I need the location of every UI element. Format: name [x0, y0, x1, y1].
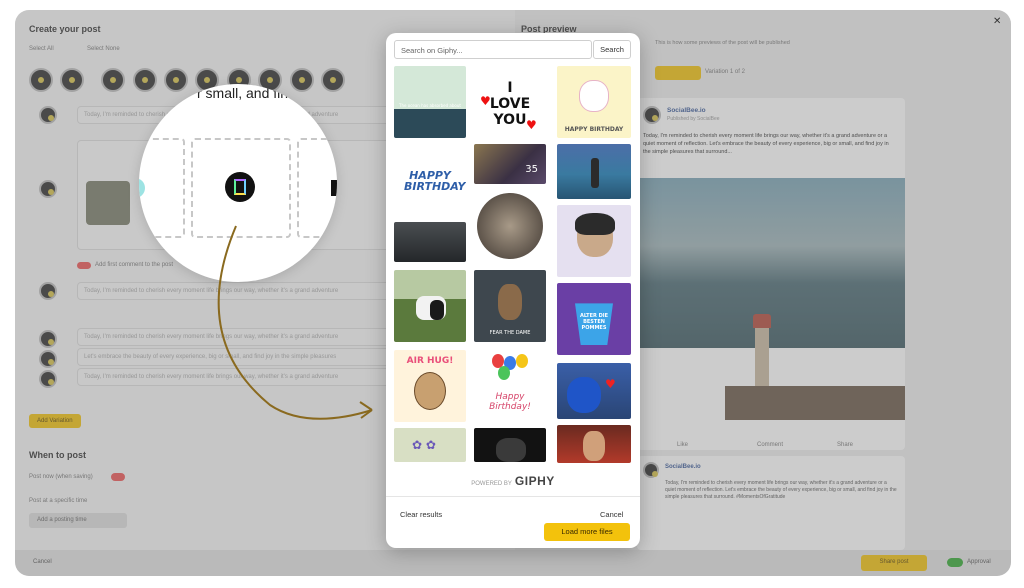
- gif-flowers[interactable]: ✿ ✿: [394, 428, 466, 462]
- cancel-button[interactable]: Cancel: [600, 510, 623, 519]
- gif-ocean-cartoon[interactable]: The ocean has absorbed about: [394, 66, 466, 138]
- clear-results-button[interactable]: Clear results: [400, 510, 442, 519]
- powered-by-giphy: POWERED BY GIPHY: [471, 474, 555, 488]
- giphy-logo: GIPHY: [514, 474, 555, 488]
- gif-beach-woman[interactable]: [557, 144, 631, 199]
- gif-dog-dark[interactable]: [474, 428, 546, 462]
- gif-cookie-monster[interactable]: ♥: [557, 363, 631, 419]
- gif-i-love-you[interactable]: I LOVE YOU ♥ ♥: [474, 66, 546, 138]
- gif-air-hug[interactable]: AIR HUG!: [394, 350, 466, 422]
- divider: [386, 496, 640, 497]
- giphy-modal: Search on Giphy... Search The ocean has …: [386, 33, 640, 548]
- gif-happy-birthday-cake[interactable]: HAPPY BIRTHDAY: [557, 66, 631, 138]
- gif-man-hat[interactable]: [557, 425, 631, 463]
- gif-cat-circle[interactable]: [474, 190, 546, 262]
- gif-happy-birthday-confetti[interactable]: HAPPY BIRTHDAY: [394, 144, 466, 216]
- gif-dogs-grass[interactable]: [394, 270, 466, 342]
- gif-head-hands[interactable]: [557, 205, 631, 277]
- gif-balloons-birthday[interactable]: Happy Birthday!: [474, 350, 546, 422]
- search-button[interactable]: Search: [593, 40, 631, 59]
- giphy-search-input[interactable]: Search on Giphy...: [394, 40, 592, 59]
- gif-deer[interactable]: FEAR THE DAME: [474, 270, 546, 342]
- gif-fries[interactable]: ALTER DIE BESTEN POMMES: [557, 283, 631, 355]
- gif-basketball[interactable]: 35: [474, 144, 546, 184]
- load-more-button[interactable]: Load more files: [544, 523, 630, 541]
- gif-people-room[interactable]: [394, 222, 466, 262]
